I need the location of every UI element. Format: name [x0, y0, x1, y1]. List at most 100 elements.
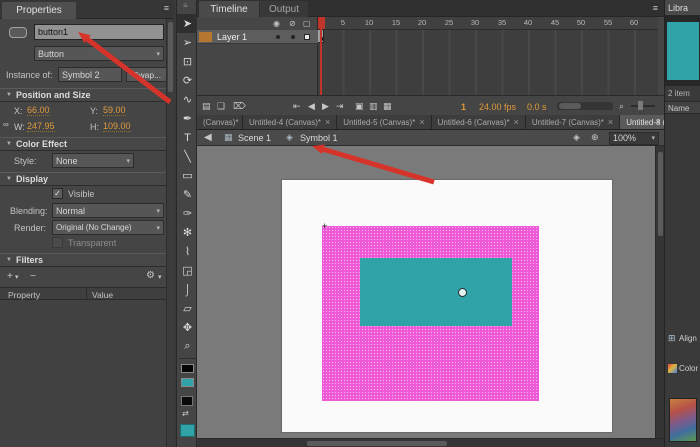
playhead-line[interactable] [320, 17, 322, 95]
selection-tool-icon[interactable]: ➤ [177, 14, 198, 33]
section-position-and-size[interactable]: ▼ Position and Size [0, 88, 174, 102]
paint-bucket-tool-icon[interactable]: ◲ [177, 261, 198, 280]
tools-grip-icon[interactable]: ≡ [183, 1, 188, 10]
visible-checkbox[interactable]: ✓ [52, 188, 63, 199]
collapsed-panel-align[interactable]: ⊞ Align [665, 328, 700, 354]
tab-output[interactable]: Output [260, 1, 308, 17]
instance-name-input[interactable] [34, 24, 164, 40]
transformation-point-icon[interactable] [458, 288, 467, 297]
layer-outline-square[interactable] [304, 34, 310, 40]
render-dropdown[interactable]: Original (No Change) ▾ [52, 220, 164, 235]
pen-tool-icon[interactable]: ✒ [177, 109, 198, 128]
layer-visibility-dot[interactable] [276, 35, 280, 39]
properties-scrollbar-thumb[interactable] [168, 22, 173, 92]
onion-skin-outline-icon[interactable]: ▥ [369, 102, 378, 111]
back-arrow-icon[interactable]: ◀ [204, 133, 212, 143]
h-value[interactable]: 109.00 [103, 121, 131, 132]
timeline-scrollbar-thumb[interactable] [559, 103, 581, 109]
add-filter-icon[interactable]: + [7, 272, 13, 282]
brush-tool-icon[interactable]: ✑ [177, 204, 198, 223]
document-tab[interactable]: Untitled-4 (Canvas)* × [243, 115, 337, 129]
go-first-frame-icon[interactable]: ⇤ [293, 102, 301, 111]
document-tab[interactable]: Untitled-6 (Canvas)* × [432, 115, 526, 129]
black-white-colors-button[interactable] [181, 396, 193, 406]
w-value[interactable]: 247.95 [27, 121, 55, 132]
eyedropper-tool-icon[interactable]: ⌡ [177, 280, 198, 299]
step-back-icon[interactable]: ◀ [308, 102, 315, 111]
x-value[interactable]: 66.00 [27, 105, 50, 116]
timeline-zoom-slider-thumb[interactable] [638, 101, 643, 110]
pencil-tool-icon[interactable]: ✎ [177, 185, 198, 204]
close-icon[interactable]: × [608, 117, 613, 127]
frames-area[interactable] [318, 30, 658, 95]
lock-layers-icon[interactable]: ⊘ [289, 20, 296, 28]
free-transform-tool-icon[interactable]: ⊡ [177, 52, 198, 71]
timeline-scrollbar[interactable] [557, 102, 613, 110]
stroke-color-swatch[interactable] [181, 364, 194, 373]
fill-color-swatch[interactable] [181, 378, 194, 387]
library-panel-header[interactable]: Libra [665, 0, 700, 16]
tab-overflow-chevron-icon[interactable]: ▾ [656, 119, 660, 126]
layer-name[interactable]: Layer 1 [217, 32, 247, 42]
blending-dropdown[interactable]: Normal ▾ [52, 203, 164, 218]
document-tab[interactable]: Untitled-7 (Canvas)* × [526, 115, 620, 129]
zoom-level-dropdown[interactable]: 100% ▾ [609, 132, 659, 145]
filters-list-area[interactable] [0, 300, 166, 447]
layer-row[interactable]: Layer 1 [197, 30, 318, 44]
elapsed-time-indicator[interactable]: 0.0 s [527, 102, 547, 112]
current-fill-swatch[interactable] [180, 424, 195, 437]
text-tool-icon[interactable]: T [177, 128, 198, 147]
center-stage-crosshair-icon[interactable]: ⊕ [591, 133, 599, 142]
lasso-tool-icon[interactable]: ∿ [177, 90, 198, 109]
frame-rate-indicator[interactable]: 24.00 fps [479, 102, 516, 112]
breadcrumb-scene[interactable]: Scene 1 [238, 133, 271, 143]
close-icon[interactable]: × [419, 117, 424, 127]
tab-timeline[interactable]: Timeline [199, 1, 259, 17]
swap-button[interactable]: Swap... [126, 67, 168, 82]
symbol-type-dropdown[interactable]: Button ▾ [34, 46, 164, 61]
line-tool-icon[interactable]: ╲ [177, 147, 198, 166]
layer-lock-dot[interactable] [291, 35, 295, 39]
outline-layers-icon[interactable]: ▢ [303, 20, 311, 28]
remove-filter-icon[interactable]: − [30, 272, 36, 282]
teal-button-instance[interactable] [360, 258, 512, 326]
collapsed-panel-color[interactable]: Color [665, 358, 700, 384]
panel-menu-icon[interactable]: ≡ [653, 4, 658, 13]
deco-tool-icon[interactable]: ✻ [177, 223, 198, 242]
close-icon[interactable]: × [514, 117, 519, 127]
stage-horizontal-scrollbar[interactable] [197, 438, 664, 447]
link-width-height-icon[interactable]: ∞ [3, 121, 9, 129]
breadcrumb-symbol[interactable]: Symbol 1 [300, 133, 338, 143]
hand-tool-icon[interactable]: ✥ [177, 318, 198, 337]
3d-rotation-tool-icon[interactable]: ⟳ [177, 71, 198, 90]
document-tab[interactable]: Untitled-5 (Canvas)* × [337, 115, 431, 129]
document-tab[interactable]: (Canvas)* × [197, 115, 243, 129]
close-icon[interactable]: × [325, 117, 330, 127]
show-hide-layers-eye-icon[interactable]: ◉ [273, 20, 280, 28]
rectangle-tool-icon[interactable]: ▭ [177, 166, 198, 185]
edit-multiple-frames-icon[interactable]: ▦ [383, 102, 392, 111]
y-value[interactable]: 59.00 [103, 105, 126, 116]
filter-options-gear-icon[interactable]: ⚙ [146, 271, 155, 281]
panel-menu-icon[interactable]: ≡ [164, 4, 169, 13]
timeline-zoom-slider-track[interactable] [631, 105, 655, 107]
eraser-tool-icon[interactable]: ▱ [177, 299, 198, 318]
new-layer-icon[interactable]: ▤ [202, 102, 211, 111]
section-filters[interactable]: ▼ Filters [0, 253, 174, 267]
delete-layer-icon[interactable]: ⌦ [233, 102, 246, 111]
bone-tool-icon[interactable]: ⌇ [177, 242, 198, 261]
go-last-frame-icon[interactable]: ⇥ [336, 102, 344, 111]
onion-skin-icon[interactable]: ▣ [355, 102, 364, 111]
new-folder-icon[interactable]: ❏ [217, 102, 225, 111]
subselection-tool-icon[interactable]: ➢ [177, 33, 198, 52]
zoom-tool-icon[interactable]: ⌕ [177, 337, 198, 356]
step-forward-icon[interactable]: ▶ [322, 102, 329, 111]
library-name-header[interactable]: Name [665, 101, 700, 114]
style-dropdown[interactable]: None ▾ [52, 153, 134, 168]
swap-colors-icon[interactable]: ⇄ [182, 410, 189, 418]
stage-vertical-scrollbar[interactable] [655, 146, 664, 438]
current-frame-indicator[interactable]: 1 [461, 102, 466, 112]
edit-symbols-icon[interactable]: ◈ [573, 133, 580, 142]
section-display[interactable]: ▼ Display [0, 172, 174, 186]
stage-vertical-scrollbar-thumb[interactable] [658, 152, 663, 236]
